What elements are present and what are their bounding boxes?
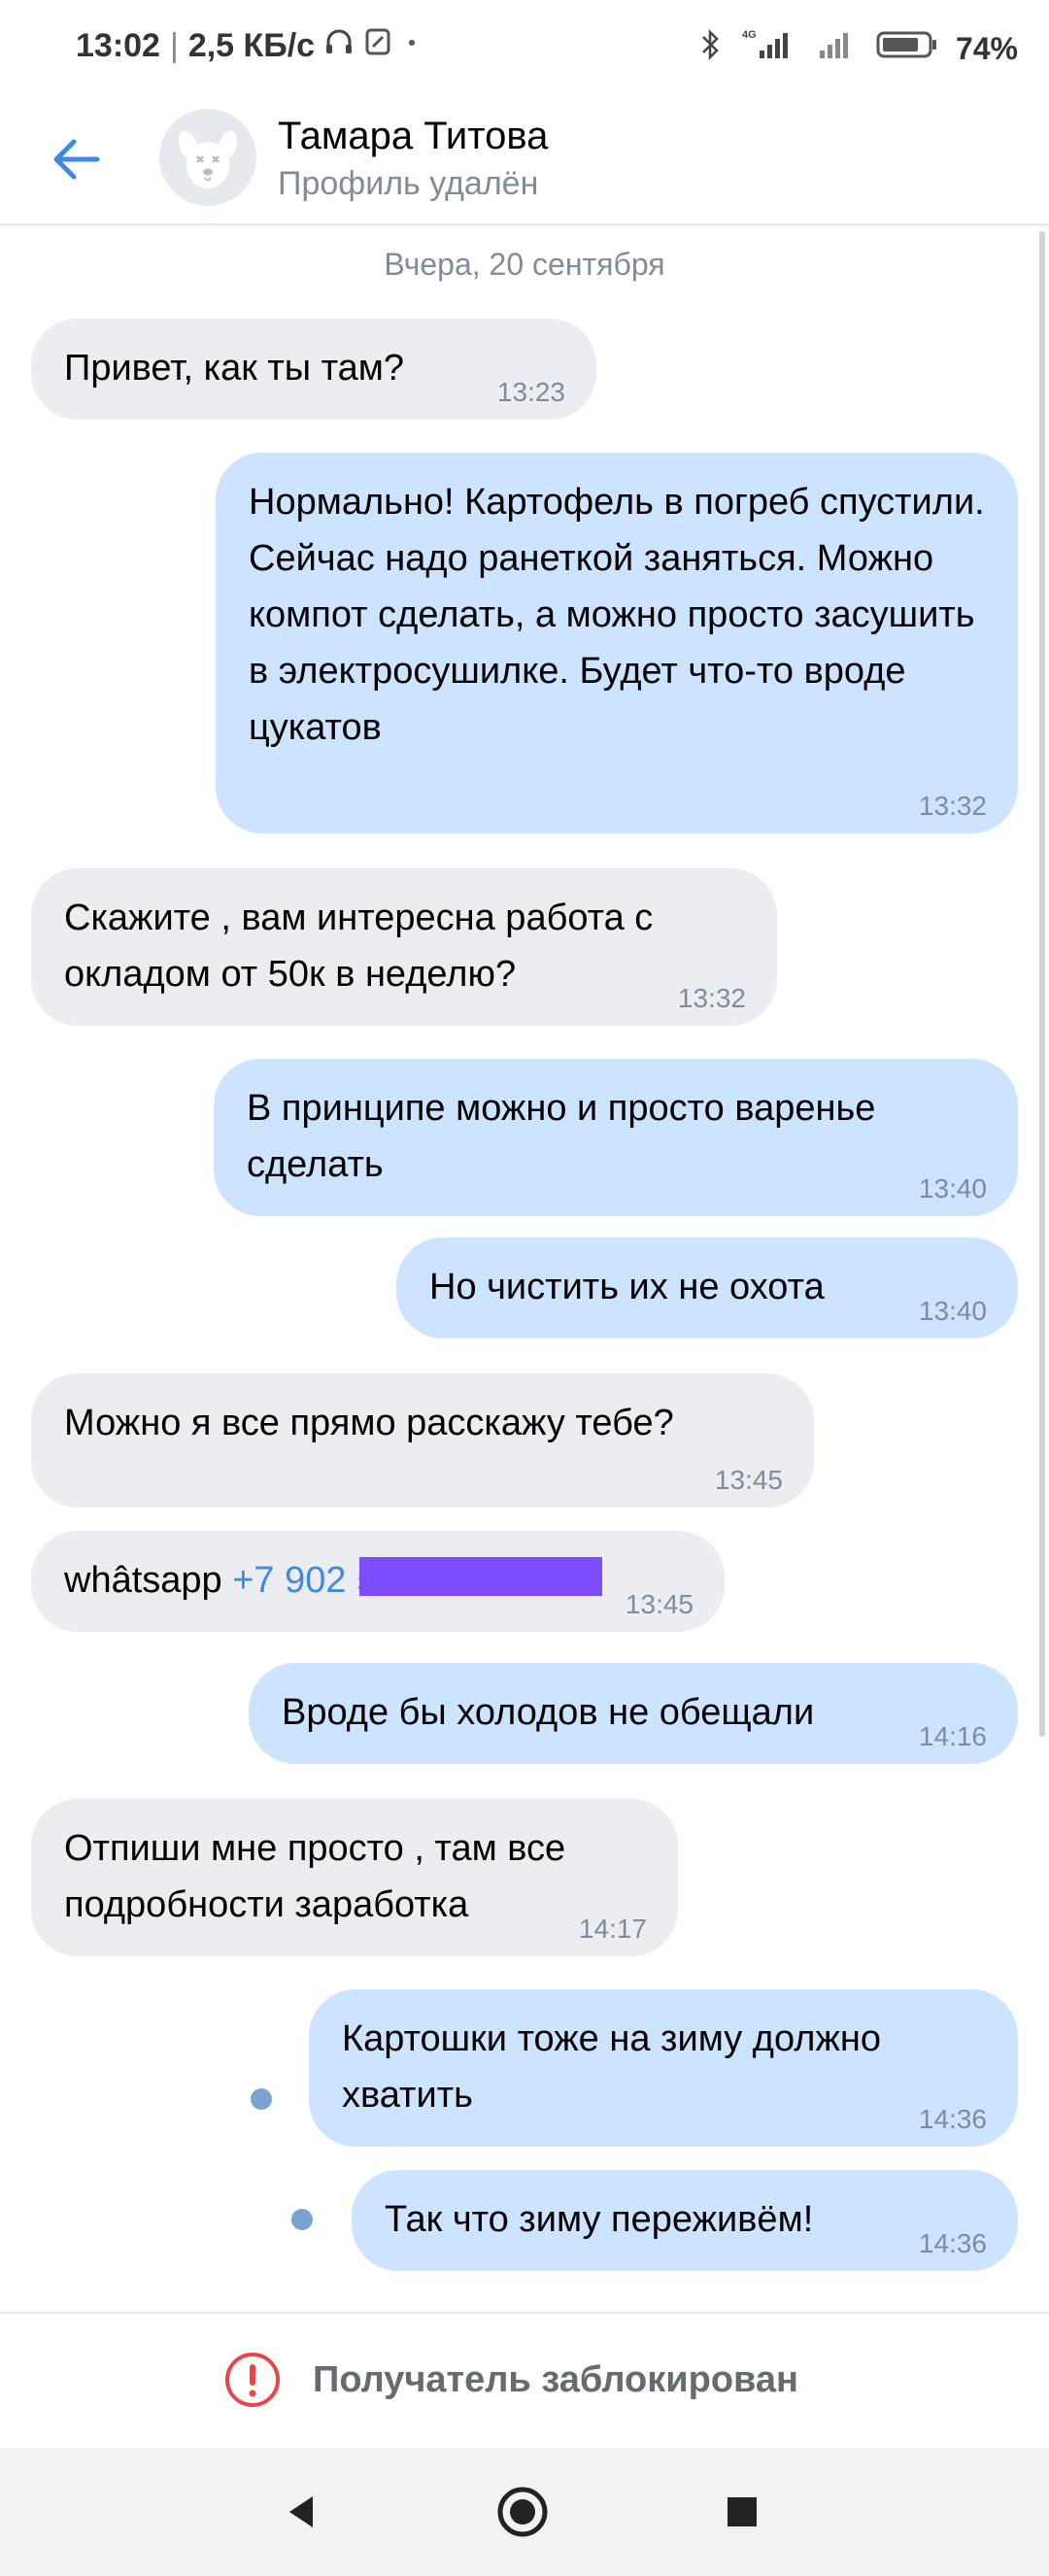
network-type-label: 4G <box>742 29 757 41</box>
message-time: 14:17 <box>578 1914 647 1944</box>
signal-icon: 4G <box>740 27 798 70</box>
bluetooth-icon <box>699 27 723 70</box>
blocked-text: Получатель заблокирован <box>313 2358 798 2400</box>
nav-recents-button[interactable] <box>707 2477 777 2547</box>
battery-icon <box>876 27 938 70</box>
system-nav-bar <box>0 2448 1049 2576</box>
message-outgoing[interactable]: Нормально! Картофель в погреб спустили. … <box>216 453 1018 833</box>
message-outgoing[interactable]: Картошки тоже на зиму должно хватить 14:… <box>309 1989 1018 2147</box>
nav-back-button[interactable] <box>266 2477 336 2547</box>
status-separator: | <box>169 27 179 64</box>
battery-percent: 74% <box>955 30 1018 66</box>
message-outgoing[interactable]: Вроде бы холодов не обещали 14:16 <box>249 1663 1018 1764</box>
message-text: Картошки тоже на зиму должно хватить <box>342 2018 892 2116</box>
message-incoming[interactable]: Можно я все прямо расскажу тебе? 13:45 <box>31 1373 814 1508</box>
status-bar: 13:02 | 2,5 КБ/с 4G 74% <box>0 0 1049 97</box>
message-outgoing[interactable]: Но чистить их не охота 13:40 <box>396 1237 1018 1339</box>
contact-name[interactable]: Тамара Титова <box>278 115 548 158</box>
message-text: Можно я все прямо расскажу тебе? <box>64 1403 674 1443</box>
date-separator: Вчера, 20 сентября <box>384 247 665 282</box>
message-incoming[interactable]: Скажите , вам интересна работа с окладом… <box>31 868 777 1026</box>
headphones-icon <box>324 27 354 65</box>
signal-icon-2 <box>816 27 859 70</box>
triangle-back-icon <box>289 2496 313 2527</box>
message-time: 13:32 <box>918 791 987 821</box>
nav-home-button[interactable] <box>488 2477 558 2547</box>
status-time: 13:02 <box>76 27 160 64</box>
phone-link[interactable]: +7 902 5 <box>232 1560 377 1601</box>
error-icon <box>225 2353 280 2407</box>
unread-indicator <box>251 2088 272 2110</box>
message-text: Отпиши мне просто , там все подробности … <box>64 1828 576 1925</box>
square-recents-icon <box>728 2497 757 2526</box>
message-time: 14:36 <box>918 2104 987 2134</box>
message-time: 13:23 <box>496 377 565 407</box>
message-text: whâtsapp <box>64 1560 222 1601</box>
back-button[interactable] <box>41 124 111 194</box>
avatar[interactable] <box>159 109 256 206</box>
redaction-box <box>359 1557 603 1596</box>
message-text: Вроде бы холодов не обещали <box>282 1692 815 1733</box>
status-speed: 2,5 КБ/с <box>187 27 316 64</box>
message-incoming[interactable]: Отпиши мне просто , там все подробности … <box>31 1799 678 1956</box>
message-time: 13:40 <box>918 1296 987 1326</box>
message-list[interactable]: Вчера, 20 сентября Привет, как ты там? 1… <box>0 225 1049 2312</box>
message-text: Нормально! Картофель в погреб спустили. … <box>249 482 996 748</box>
unread-indicator <box>291 2209 313 2230</box>
message-incoming[interactable]: whâtsapp +7 902 5 13:45 <box>31 1531 725 1632</box>
dot-icon <box>402 27 422 65</box>
message-time: 13:32 <box>677 983 746 1013</box>
message-time: 14:36 <box>918 2228 987 2258</box>
sim-card-icon <box>363 27 392 65</box>
message-outgoing[interactable]: В принципе можно и просто варенье сделат… <box>214 1059 1018 1216</box>
message-text: В принципе можно и просто варенье сделат… <box>247 1088 886 1185</box>
deleted-dog-icon <box>178 130 238 188</box>
message-time: 14:16 <box>918 1721 987 1751</box>
message-time: 13:40 <box>918 1173 987 1203</box>
message-text: Скажите , вам интересна работа с окладом… <box>64 898 663 995</box>
message-time: 13:45 <box>625 1589 694 1619</box>
scrollbar[interactable] <box>1039 231 1045 1737</box>
message-incoming[interactable]: Привет, как ты там? 13:23 <box>31 319 596 420</box>
contact-status: Профиль удалён <box>278 165 539 202</box>
message-outgoing[interactable]: Так что зиму переживём! 14:36 <box>352 2170 1018 2271</box>
status-left: 13:02 | 2,5 КБ/с <box>76 27 422 65</box>
chat-header: Тамара Титова Профиль удалён <box>0 97 1049 225</box>
message-time: 13:45 <box>714 1465 783 1495</box>
arrow-left-icon <box>53 139 100 180</box>
message-text: Но чистить их не охота <box>429 1267 825 1307</box>
message-text: Привет, как ты там? <box>64 348 405 389</box>
message-text: Так что зиму переживём! <box>385 2199 814 2240</box>
circle-home-icon <box>497 2487 548 2537</box>
blocked-notice: Получатель заблокирован <box>0 2312 1049 2448</box>
status-right: 4G 74% <box>699 27 1018 70</box>
